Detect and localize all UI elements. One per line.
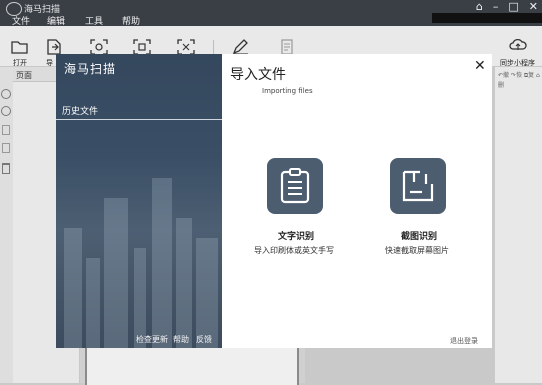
trash-icon[interactable]: [2, 163, 10, 174]
home-icon[interactable]: ⌂: [476, 0, 483, 13]
ocr-title[interactable]: 文字识别: [278, 229, 314, 242]
help-link[interactable]: 帮助: [173, 334, 189, 345]
import-dialog: [222, 54, 492, 348]
left-tool-strip: [0, 67, 14, 383]
window-controls: ⌂ – □ ✕: [476, 0, 538, 13]
rotate-right-icon[interactable]: [1, 106, 11, 116]
history-files-link[interactable]: 历史文件: [62, 104, 98, 117]
screenshot-title[interactable]: 截图识别: [401, 229, 437, 242]
minimize-icon[interactable]: –: [493, 0, 499, 13]
maximize-icon[interactable]: □: [508, 0, 518, 13]
result-toolbar[interactable]: ↶撤 ↷恢 ⧉复 ⌂删: [498, 70, 542, 89]
account-area[interactable]: [432, 13, 542, 23]
result-panel: [495, 67, 542, 383]
modal-sidebar: [56, 54, 222, 348]
ocr-description: 导入印刷体或英文手写: [254, 246, 334, 255]
history-divider: [56, 119, 222, 120]
feedback-link[interactable]: 反馈: [196, 334, 212, 345]
close-window-icon[interactable]: ✕: [529, 0, 538, 13]
dialog-title: 导入文件: [230, 67, 286, 83]
screenshot-crop-icon[interactable]: [390, 158, 446, 214]
page-list-title: 页面: [16, 71, 32, 80]
logout-link[interactable]: 退出登录: [450, 336, 478, 346]
open-folder-icon[interactable]: [10, 38, 30, 56]
cloud-sync-icon[interactable]: [508, 36, 528, 54]
check-update-link[interactable]: 检查更新: [136, 334, 168, 345]
page-icon[interactable]: [2, 125, 10, 135]
dialog-subtitle: Importing files: [262, 87, 313, 95]
rotate-left-icon[interactable]: [1, 89, 11, 99]
page-copy-icon[interactable]: [2, 143, 10, 153]
modal-logo: 海马扫描: [64, 62, 117, 76]
close-icon[interactable]: ✕: [474, 58, 486, 74]
screenshot-description: 快速截取屏幕图片: [385, 246, 449, 255]
ocr-document-icon[interactable]: [267, 158, 323, 214]
